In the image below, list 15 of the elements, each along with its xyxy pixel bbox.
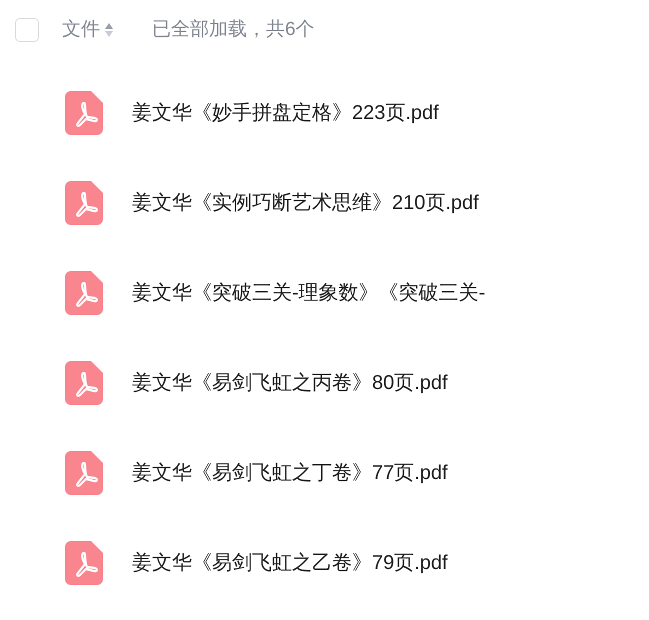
load-status: 已全部加载，共6个	[152, 18, 315, 42]
file-name[interactable]: 姜文华《易剑飞虹之丙卷》80页.pdf	[132, 368, 448, 398]
pdf-file-icon	[65, 451, 103, 495]
select-all-checkbox[interactable]	[15, 18, 39, 42]
file-name[interactable]: 姜文华《实例巧断艺术思维》210页.pdf	[132, 188, 479, 218]
pdf-file-icon	[65, 361, 103, 405]
pdf-file-icon	[65, 181, 103, 225]
file-name[interactable]: 姜文华《易剑飞虹之丁卷》77页.pdf	[132, 458, 448, 488]
pdf-file-icon	[65, 91, 103, 135]
file-name[interactable]: 姜文华《突破三关-理象数》《突破三关-	[132, 278, 486, 308]
pdf-file-icon	[65, 271, 103, 315]
sort-icon	[104, 22, 114, 38]
file-name[interactable]: 姜文华《易剑飞虹之乙卷》79页.pdf	[132, 548, 448, 578]
pdf-file-icon	[65, 541, 103, 585]
file-name[interactable]: 姜文华《妙手拼盘定格》223页.pdf	[132, 98, 439, 128]
